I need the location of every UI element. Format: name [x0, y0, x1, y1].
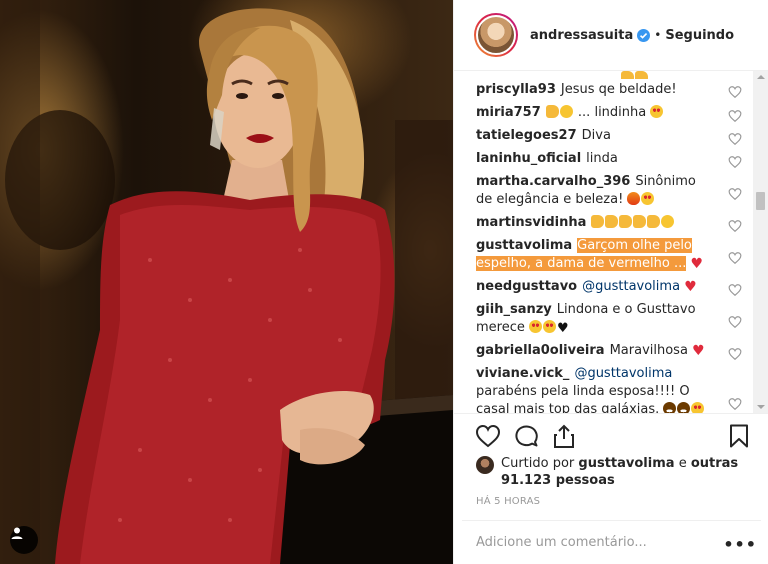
comments-list[interactable]: priscylla93 Jesus qe beldade! miria757 ..… [454, 71, 754, 413]
post-actions-bar [454, 413, 768, 455]
comment-like-heart-icon[interactable] [728, 132, 742, 146]
red-heart-emoji: ♥ [684, 279, 697, 295]
comment-like-heart-icon[interactable] [728, 283, 742, 297]
comment-username[interactable]: miria757 [476, 105, 541, 120]
comment-item: priscylla93 Jesus qe beldade! [476, 79, 754, 104]
comment-like-heart-icon[interactable] [728, 155, 742, 169]
comment-item: laninhu_oficial linda [476, 150, 754, 173]
avatar[interactable] [474, 13, 518, 57]
cropped-previous-comment [476, 71, 754, 79]
comment-item: gusttavolima Garçom olhe pelo espelho, a … [476, 237, 754, 278]
post-timestamp[interactable]: HÁ 5 HORAS [476, 496, 540, 507]
post-side-panel: andressasuita • Seguindo priscylla93 Jesu… [453, 0, 768, 564]
heart-eyes-emoji [543, 320, 557, 333]
comment-item: martinsvidinha [476, 214, 754, 237]
smile-emoji [559, 105, 573, 118]
comment-username[interactable]: gusttavolima [476, 238, 572, 253]
heart-eyes-emoji [650, 105, 664, 118]
verified-badge-icon [637, 28, 651, 42]
scroll-up-arrow-icon[interactable] [757, 75, 765, 79]
comment-like-heart-icon[interactable] [728, 219, 742, 233]
clap-emoji [633, 215, 647, 228]
comment-text: linda [586, 151, 618, 166]
smile-emoji [661, 215, 675, 228]
comment-username[interactable]: viviane.vick_ [476, 366, 569, 381]
comment-item: martha.carvalho_396 Sinônimo de elegância… [476, 173, 754, 214]
clap-emoji [591, 215, 605, 228]
clap-emoji [621, 71, 634, 79]
heart-eyes-emoji [691, 402, 705, 413]
liker-avatar[interactable] [476, 456, 494, 474]
red-heart-emoji: ♥ [692, 343, 705, 359]
add-comment-input[interactable]: Adicione um comentário... [476, 535, 647, 550]
comment-bubble-icon[interactable] [513, 423, 539, 449]
comment-like-heart-icon[interactable] [728, 187, 742, 201]
likes-summary[interactable]: Curtido por gusttavolima e outras 91.123… [476, 455, 756, 489]
comment-username[interactable]: needgusttavo [476, 279, 577, 294]
comment-text: parabéns pela linda esposa!!!! O casal m… [476, 384, 690, 413]
comment-item: tatielegoes27 Diva [476, 127, 754, 150]
comment-like-heart-icon[interactable] [728, 85, 742, 99]
red-heart-emoji: ♥ [690, 256, 704, 272]
black-heart-emoji: ♥ [557, 321, 569, 336]
comment-like-heart-icon[interactable] [728, 251, 742, 265]
comment-text: ... lindinha [577, 105, 647, 120]
photo-illustration [0, 0, 453, 564]
comment-text: Jesus qe beldade! [560, 82, 677, 97]
scrollbar-thumb[interactable] [756, 192, 765, 210]
comment-text: Diva [581, 128, 611, 143]
comment-username[interactable]: giih_sanzy [476, 302, 552, 317]
comment-like-heart-icon[interactable] [728, 315, 742, 329]
comment-username[interactable]: martinsvidinha [476, 215, 586, 230]
comment-username[interactable]: martha.carvalho_396 [476, 174, 630, 189]
comment-item: miria757 ... lindinha [476, 104, 754, 127]
comment-item: needgusttavo @gusttavolima ♥ [476, 278, 754, 301]
comment-like-heart-icon[interactable] [728, 347, 742, 361]
fire-emoji [627, 192, 641, 205]
post-header: andressasuita • Seguindo [454, 0, 768, 71]
liker-username[interactable]: gusttavolima [578, 456, 674, 471]
heart-eyes-emoji [641, 192, 655, 205]
post-username[interactable]: andressasuita [530, 28, 633, 43]
bookmark-icon[interactable] [726, 423, 752, 449]
scroll-down-arrow-icon[interactable] [757, 405, 765, 409]
comment-like-heart-icon[interactable] [728, 397, 742, 411]
clap-emoji [619, 215, 633, 228]
clap-emoji [635, 71, 648, 79]
more-options-button[interactable]: ••• [723, 535, 757, 554]
heart-outline-icon[interactable] [475, 423, 501, 449]
comment-item: viviane.vick_ @gusttavolima parabéns pela… [476, 365, 754, 413]
header-separator: • [654, 28, 662, 42]
comments-scrollbar[interactable] [753, 71, 768, 413]
comment-like-heart-icon[interactable] [728, 109, 742, 123]
grin-emoji [663, 402, 677, 413]
comment-text: Maravilhosa [609, 343, 688, 358]
grin-emoji [677, 402, 691, 413]
add-comment-bar[interactable]: Adicione um comentário... ••• [462, 520, 761, 564]
likes-prefix: Curtido por [501, 456, 575, 471]
comment-item: gabriella0oliveira Maravilhosa ♥ [476, 342, 754, 365]
comment-username[interactable]: laninhu_oficial [476, 151, 581, 166]
share-icon[interactable] [551, 423, 577, 449]
comment-item: giih_sanzy Lindona e o Gusttavo merece ♥ [476, 301, 754, 342]
comment-username[interactable]: priscylla93 [476, 82, 556, 97]
post-photo[interactable] [0, 0, 453, 564]
likes-connector: e [678, 456, 687, 471]
comment-mention[interactable]: @gusttavolima [582, 279, 680, 294]
following-button[interactable]: Seguindo [665, 28, 734, 43]
clap-emoji [545, 105, 559, 118]
user-tag-icon[interactable] [10, 526, 38, 554]
comment-username[interactable]: gabriella0oliveira [476, 343, 605, 358]
clap-emoji [605, 215, 619, 228]
clap-emoji [647, 215, 661, 228]
comment-username[interactable]: tatielegoes27 [476, 128, 577, 143]
heart-eyes-emoji [529, 320, 543, 333]
comment-mention[interactable]: @gusttavolima [574, 366, 672, 381]
